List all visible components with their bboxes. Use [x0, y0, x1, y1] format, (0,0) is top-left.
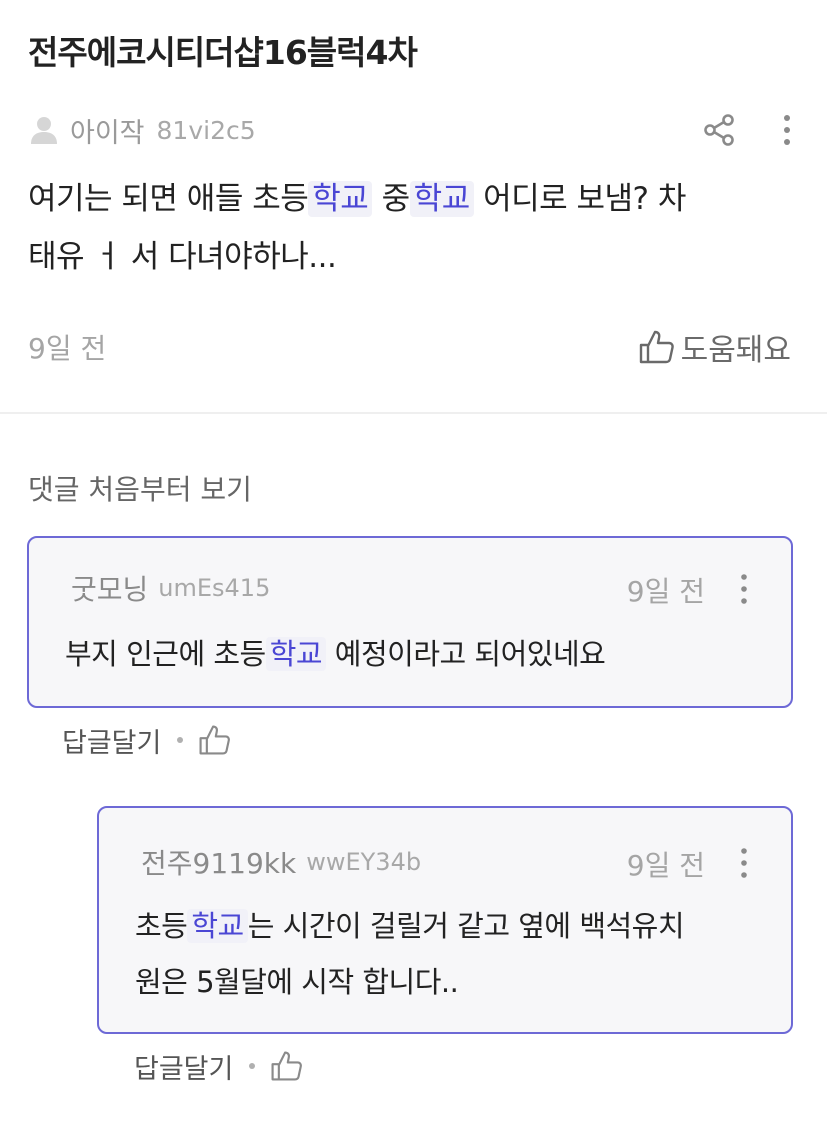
comment-author-id: umEs415 — [158, 574, 271, 602]
more-vertical-icon[interactable] — [737, 846, 751, 880]
comment-card: 굿모닝 umEs415 9일 전 부지 인근에 초등 학교 예정이라고 되어있네요 — [27, 536, 793, 708]
post-body: 여기는 되면 애들 초등 학교 중 학교 어디로 보냄? 차 태유 ㅓ 서 다녀야하… — [28, 170, 798, 286]
post-body-text: 태유 ㅓ 서 다녀야하나... — [28, 239, 337, 275]
more-vertical-icon[interactable] — [779, 112, 795, 148]
comment-text-part: 예정이라고 되어있네요 — [326, 637, 606, 671]
comment-text-part: 초등 — [135, 909, 188, 943]
keyword-highlight[interactable]: 학교 — [187, 909, 248, 943]
user-icon — [31, 117, 57, 144]
separator-dot — [177, 737, 184, 743]
post-body-text: 어디로 보냄? 차 — [473, 181, 686, 217]
comment-header: 전주9119kk wwEY34b 9일 전 — [141, 842, 749, 882]
comment-text-part: 는 시간이 걸릴거 같고 옆에 백석유치 — [247, 909, 685, 943]
comment-author-id: wwEY34b — [306, 848, 422, 876]
comment-author[interactable]: 전주9119kk — [141, 842, 296, 882]
thumbs-up-icon[interactable] — [197, 723, 231, 757]
reply-button[interactable]: 답글달기 — [62, 721, 161, 760]
comments-from-start-link[interactable]: 댓글 처음부터 보기 — [28, 468, 252, 508]
keyword-highlight[interactable]: 학교 — [265, 637, 327, 671]
post-body-text: 여기는 되면 애들 초등 — [28, 181, 309, 217]
keyword-highlight[interactable]: 학교 — [308, 181, 373, 217]
share-icon[interactable] — [701, 112, 737, 148]
comment-text: 초등 학교 는 시간이 걸릴거 같고 옆에 백석유치 원은 5월달에 시작 합니다.… — [135, 898, 761, 1010]
comment-header: 굿모닝 umEs415 9일 전 — [71, 568, 749, 608]
author-id: 81vi2c5 — [156, 115, 256, 145]
post-body-text: 중 — [372, 181, 411, 217]
comment-actions: 답글달기 — [62, 720, 231, 760]
comment-author[interactable]: 굿모닝 — [71, 568, 148, 608]
post-meta: 9일 전 도움돼요 — [28, 322, 793, 372]
helpful-label: 도움돼요 — [680, 333, 791, 368]
separator-dot — [249, 1063, 256, 1069]
comment-text-part: 원은 5월달에 시작 합니다.. — [135, 965, 459, 999]
comment-actions: 답글달기 — [134, 1046, 303, 1086]
post-title: 전주에코시티더샵16블럭4차 — [28, 33, 418, 72]
comment-date: 9일 전 — [626, 849, 705, 882]
post-page: 전주에코시티더샵16블럭4차 아이작 81vi2c5 여기는 되면 애들 초등 학… — [0, 0, 827, 1131]
reply-button[interactable]: 답글달기 — [134, 1047, 233, 1086]
reply-comment-card: 전주9119kk wwEY34b 9일 전 초등 학교 는 시간이 걸릴거 같고 옆… — [97, 806, 793, 1034]
author-name[interactable]: 아이작 — [70, 111, 145, 150]
section-divider — [0, 412, 827, 414]
thumbs-up-icon[interactable] — [269, 1049, 303, 1083]
author-row: 아이작 81vi2c5 — [28, 108, 799, 152]
thumbs-up-icon — [639, 330, 674, 364]
comment-text: 부지 인근에 초등 학교 예정이라고 되어있네요 — [65, 626, 761, 682]
comment-text-part: 부지 인근에 초등 — [65, 637, 266, 671]
comment-date: 9일 전 — [626, 575, 705, 608]
helpful-button[interactable]: 도움돼요 — [637, 322, 791, 372]
post-date: 9일 전 — [28, 332, 107, 365]
keyword-highlight[interactable]: 학교 — [409, 181, 474, 217]
more-vertical-icon[interactable] — [737, 572, 751, 606]
